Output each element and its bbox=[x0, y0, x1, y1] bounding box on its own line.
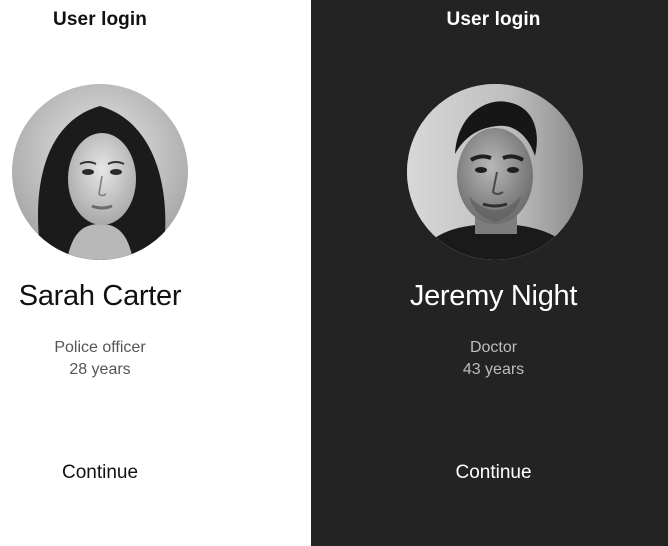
user-photo-icon bbox=[12, 84, 188, 260]
avatar bbox=[407, 84, 583, 260]
user-name: Sarah Carter bbox=[18, 280, 182, 312]
login-screen-dark: User login Jeremy Night Doctor 43 years … bbox=[311, 0, 668, 546]
user-age: 43 years bbox=[462, 361, 525, 378]
page-title: User login bbox=[446, 9, 541, 30]
page-title: User login bbox=[53, 9, 147, 30]
avatar bbox=[12, 84, 188, 260]
user-details: Police officer 28 years bbox=[0, 337, 200, 381]
user-occupation: Doctor bbox=[469, 339, 518, 356]
user-details: Doctor 43 years bbox=[311, 337, 668, 381]
continue-button[interactable]: Continue bbox=[0, 462, 200, 484]
screens-comparison: User login Sarah Carter Police officer 2… bbox=[0, 0, 668, 546]
login-screen-light: User login Sarah Carter Police officer 2… bbox=[0, 0, 311, 546]
continue-button[interactable]: Continue bbox=[311, 462, 668, 484]
user-photo-icon bbox=[407, 84, 583, 260]
user-age: 28 years bbox=[69, 361, 131, 378]
user-occupation: Police officer bbox=[54, 339, 146, 356]
user-name: Jeremy Night bbox=[409, 280, 578, 312]
